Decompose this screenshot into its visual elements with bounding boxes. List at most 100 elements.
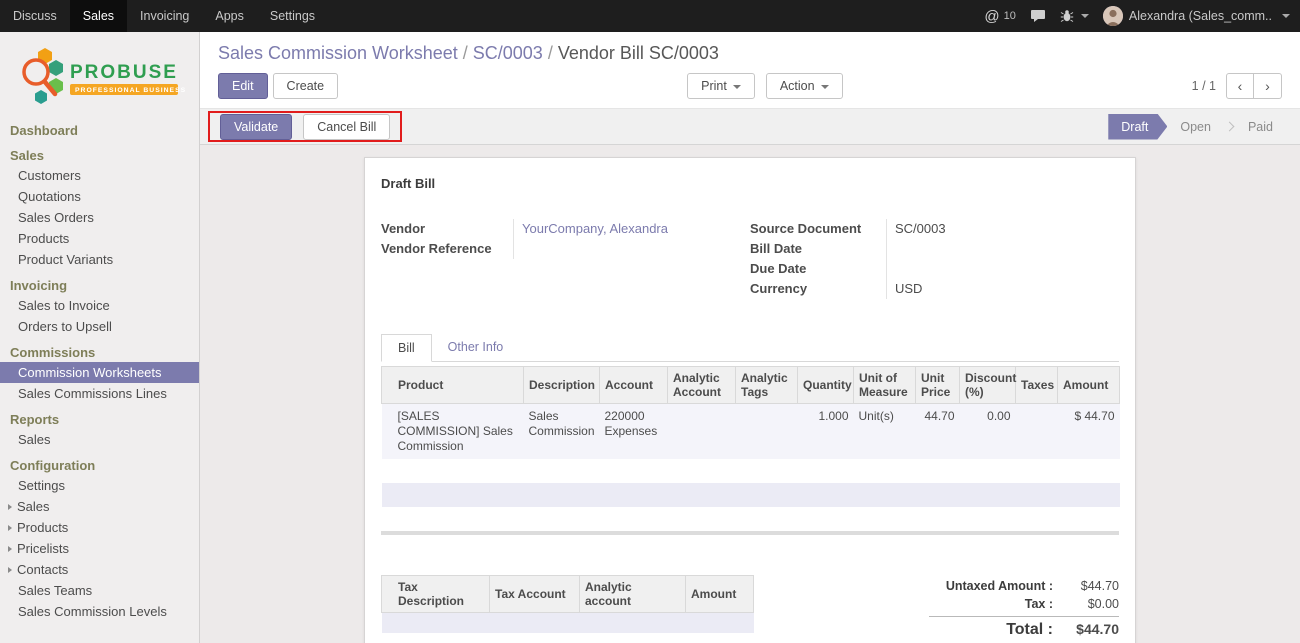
pager-previous-button[interactable]: ‹ — [1226, 73, 1254, 99]
expand-arrow-icon — [8, 504, 12, 510]
debug-menu-button[interactable] — [1060, 9, 1089, 23]
due-date-value[interactable] — [886, 259, 1119, 279]
status-pills: Draft Open Paid — [1108, 109, 1286, 144]
status-pill-paid[interactable]: Paid — [1235, 115, 1286, 139]
sidebar-item-product-variants[interactable]: Product Variants — [0, 249, 199, 270]
topbar-item-sales[interactable]: Sales — [70, 0, 127, 32]
form-right-column: Source Document SC/0003 Bill Date Due Da… — [750, 219, 1119, 299]
debug-bug-icon — [1060, 9, 1074, 23]
main-area: Sales Commission Worksheet/SC/0003/Vendo… — [200, 32, 1300, 643]
sidebar-item-settings[interactable]: Settings — [0, 475, 199, 496]
col-header-product[interactable]: Product — [382, 367, 524, 404]
validate-button[interactable]: Validate — [220, 114, 292, 140]
chat-button[interactable] — [1030, 9, 1046, 23]
sidebar-item-sales-orders[interactable]: Sales Orders — [0, 207, 199, 228]
sidebar-item-customers[interactable]: Customers — [0, 165, 199, 186]
probuse-logo: PROBUSE PROFESSIONAL BUSINESS — [0, 32, 199, 115]
col-header-quantity[interactable]: Quantity — [798, 367, 854, 404]
pager-next-button[interactable]: › — [1254, 73, 1282, 99]
col-header-taxes[interactable]: Taxes — [1016, 367, 1058, 404]
col-header-tax-analytic-account[interactable]: Analytic account — [580, 576, 686, 613]
tax-label: Tax : — [929, 597, 1053, 611]
bill-date-value[interactable] — [886, 239, 1119, 259]
sidebar-heading-dashboard[interactable]: Dashboard — [0, 121, 199, 140]
col-header-analytic-tags[interactable]: Analytic Tags — [736, 367, 798, 404]
mention-count: 10 — [1004, 10, 1016, 22]
sidebar-item-quotations[interactable]: Quotations — [0, 186, 199, 207]
tab-other-info[interactable]: Other Info — [432, 334, 520, 362]
sidebar-item-config-pricelists[interactable]: Pricelists — [0, 538, 199, 559]
vendor-value-link[interactable]: YourCompany, Alexandra — [513, 219, 750, 239]
breadcrumb-sc0003-link[interactable]: SC/0003 — [473, 43, 543, 63]
sidebar: PROBUSE PROFESSIONAL BUSINESS Dashboard … — [0, 32, 200, 643]
sidebar-item-config-sales[interactable]: Sales — [0, 496, 199, 517]
col-header-unit-price[interactable]: Unit Price — [916, 367, 960, 404]
due-date-label: Due Date — [750, 259, 886, 279]
status-pill-open[interactable]: Open — [1167, 115, 1224, 139]
sidebar-item-commission-worksheets[interactable]: Commission Worksheets — [0, 362, 199, 383]
sidebar-heading-sales[interactable]: Sales — [0, 146, 199, 165]
pager: 1 / 1 ‹ › — [1192, 73, 1282, 99]
total-value: $44.70 — [1053, 621, 1119, 637]
sidebar-item-orders-to-upsell[interactable]: Orders to Upsell — [0, 316, 199, 337]
sidebar-heading-invoicing[interactable]: Invoicing — [0, 276, 199, 295]
sidebar-item-reports-sales[interactable]: Sales — [0, 429, 199, 450]
currency-value[interactable]: USD — [886, 279, 1119, 299]
sidebar-heading-configuration[interactable]: Configuration — [0, 456, 199, 475]
sidebar-item-sales-commissions-lines[interactable]: Sales Commissions Lines — [0, 383, 199, 404]
sidebar-item-products[interactable]: Products — [0, 228, 199, 249]
expand-arrow-icon — [8, 546, 12, 552]
cell-unit-of-measure: Unit(s) — [854, 404, 916, 460]
topbar-systray: @ 10 Alexandra (Sales_comm.. — [984, 0, 1300, 32]
table-scrollbar[interactable] — [381, 531, 1119, 535]
breadcrumb-worksheet-link[interactable]: Sales Commission Worksheet — [218, 43, 458, 63]
mentions-counter[interactable]: @ 10 — [984, 8, 1015, 25]
sidebar-item-config-products[interactable]: Products — [0, 517, 199, 538]
col-header-discount[interactable]: Discount (%) — [960, 367, 1016, 404]
vendor-reference-value[interactable] — [513, 239, 750, 259]
print-dropdown-button[interactable]: Print — [687, 73, 755, 99]
sidebar-item-sales-commission-levels[interactable]: Sales Commission Levels — [0, 601, 199, 622]
create-button[interactable]: Create — [273, 73, 339, 99]
invoice-line-row[interactable]: [SALES COMMISSION] Sales Commission Sale… — [382, 404, 1120, 460]
col-header-amount[interactable]: Amount — [1058, 367, 1120, 404]
sidebar-heading-commissions[interactable]: Commissions — [0, 343, 199, 362]
action-dropdown-button[interactable]: Action — [766, 73, 843, 99]
sidebar-item-config-contacts[interactable]: Contacts — [0, 559, 199, 580]
col-header-unit-of-measure[interactable]: Unit of Measure — [854, 367, 916, 404]
user-menu[interactable]: Alexandra (Sales_comm.. — [1103, 6, 1290, 26]
tax-value: $0.00 — [1053, 597, 1119, 611]
print-action-group: Print Action — [687, 73, 842, 99]
empty-row — [382, 613, 754, 633]
col-header-tax-description[interactable]: Tax Description — [382, 576, 490, 613]
print-label: Print — [701, 79, 727, 93]
status-pill-draft[interactable]: Draft — [1108, 114, 1167, 140]
totals-divider — [929, 616, 1119, 617]
col-header-tax-account[interactable]: Tax Account — [490, 576, 580, 613]
topbar-item-apps[interactable]: Apps — [202, 0, 257, 32]
topbar: Discuss Sales Invoicing Apps Settings @ … — [0, 0, 1300, 32]
col-header-analytic-account[interactable]: Analytic Account — [668, 367, 736, 404]
chat-bubble-icon — [1030, 9, 1046, 23]
topbar-item-settings[interactable]: Settings — [257, 0, 328, 32]
topbar-item-invoicing[interactable]: Invoicing — [127, 0, 202, 32]
control-panel-buttons: Edit Create Print Action 1 / 1 ‹ › — [218, 73, 1282, 99]
cancel-bill-button[interactable]: Cancel Bill — [303, 114, 390, 140]
sidebar-item-sales-to-invoice[interactable]: Sales to Invoice — [0, 295, 199, 316]
total-label: Total : — [929, 621, 1053, 639]
tab-bill[interactable]: Bill — [381, 334, 432, 362]
expand-arrow-icon — [8, 567, 12, 573]
topbar-menus: Discuss Sales Invoicing Apps Settings — [0, 0, 328, 32]
topbar-item-discuss[interactable]: Discuss — [0, 0, 70, 32]
col-header-account[interactable]: Account — [600, 367, 668, 404]
sidebar-item-sales-teams[interactable]: Sales Teams — [0, 580, 199, 601]
sidebar-heading-reports[interactable]: Reports — [0, 410, 199, 429]
sidebar-item-label: Pricelists — [17, 540, 69, 557]
notebook-tabs: Bill Other Info — [381, 333, 1119, 362]
tax-lines-table: Tax Description Tax Account Analytic acc… — [381, 575, 754, 643]
edit-button[interactable]: Edit — [218, 73, 268, 99]
caret-down-icon — [1282, 14, 1290, 18]
col-header-tax-amount[interactable]: Amount — [686, 576, 754, 613]
cell-amount: $ 44.70 — [1058, 404, 1120, 460]
col-header-description[interactable]: Description — [524, 367, 600, 404]
